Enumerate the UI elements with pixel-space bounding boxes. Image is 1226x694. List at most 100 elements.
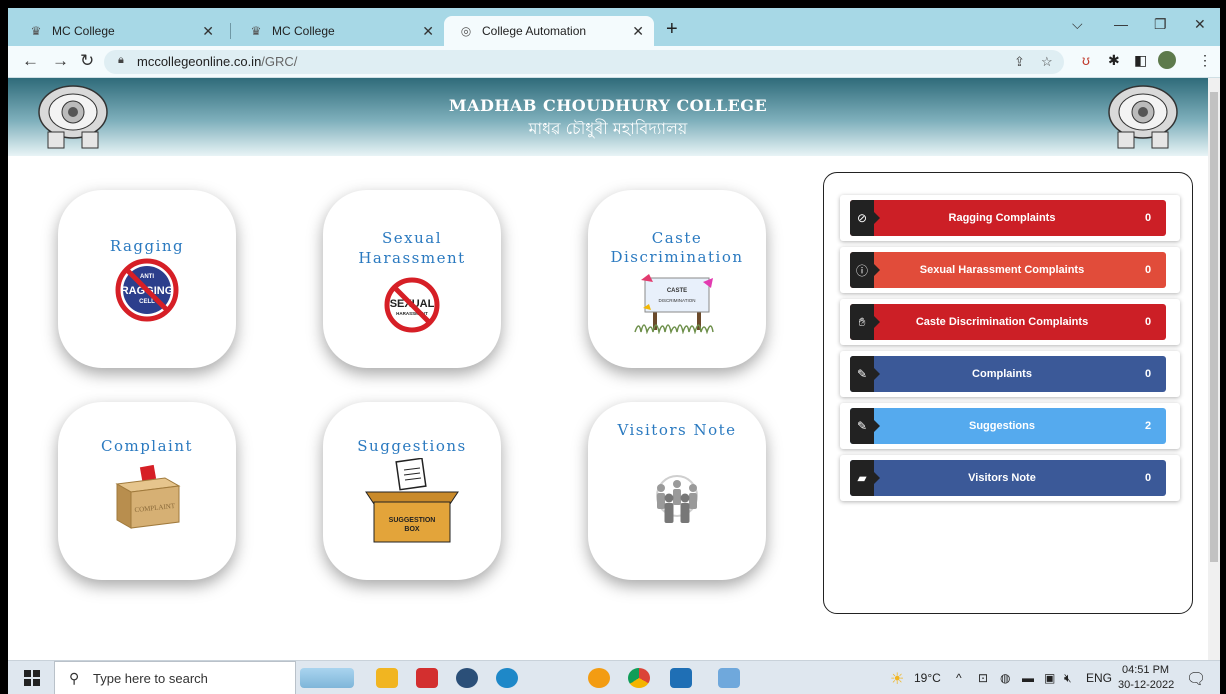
clock-date[interactable]: 30-12-2022 bbox=[1118, 679, 1174, 691]
app-icon[interactable] bbox=[456, 668, 478, 688]
extension-icon[interactable]: ʊ bbox=[1082, 52, 1090, 68]
complaint-box-illustration: COMPLAINT bbox=[58, 462, 236, 534]
tab-title: MC College bbox=[52, 24, 115, 38]
summary-count: 0 bbox=[1144, 472, 1152, 484]
summary-label: Suggestions bbox=[968, 420, 1035, 432]
summary-label: Ragging Complaints bbox=[948, 212, 1056, 224]
clock-time[interactable]: 04:51 PM bbox=[1122, 664, 1169, 676]
summary-row-sexual-harassment[interactable]: ⓘ Sexual Harassment Complaints 0 bbox=[840, 247, 1180, 293]
ragging-card[interactable]: Ragging ANTI RAGGING CELL bbox=[58, 190, 236, 368]
weather-temperature[interactable]: 19°C bbox=[914, 671, 941, 685]
page-scrollbar[interactable] bbox=[1208, 78, 1220, 660]
taskbar-search-box[interactable]: ⚲ Type here to search bbox=[54, 661, 296, 694]
word-document-icon[interactable] bbox=[718, 668, 740, 688]
summary-label: Complaints bbox=[972, 368, 1032, 380]
tray-app-icon[interactable]: ⊡ bbox=[978, 671, 988, 685]
address-bar[interactable]: 🔒︎ mccollegeonline.co.in/GRC/ ⇪ ☆ bbox=[104, 50, 1064, 74]
close-tab-icon[interactable]: ✕ bbox=[202, 23, 214, 40]
network-icon[interactable]: ▣ bbox=[1044, 671, 1055, 685]
globe-icon: ◎ bbox=[460, 24, 472, 38]
complaint-summary-panel: ⊘ Ragging Complaints 0 ⓘ Sexual Harassme… bbox=[823, 172, 1193, 614]
scrollbar-thumb[interactable] bbox=[1210, 92, 1218, 562]
notification-center-icon[interactable]: 🗨︎ bbox=[1186, 669, 1206, 689]
card-label-line1: Caste bbox=[651, 229, 703, 247]
college-header: MADHAB CHOUDHURY COLLEGE মাধৱ চৌধুৰী মহা… bbox=[8, 78, 1208, 156]
suggestions-card[interactable]: Suggestions SUGGESTION BOX bbox=[323, 402, 501, 580]
summary-row-ragging[interactable]: ⊘ Ragging Complaints 0 bbox=[840, 195, 1180, 241]
summary-label: Sexual Harassment Complaints bbox=[919, 264, 1085, 276]
file-explorer-icon[interactable] bbox=[376, 668, 398, 688]
edge-browser-icon[interactable] bbox=[496, 668, 518, 688]
weather-sun-icon[interactable]: ☀ bbox=[890, 669, 904, 689]
complaint-card[interactable]: Complaint COMPLAINT bbox=[58, 402, 236, 580]
caste-sign-illustration: CASTE DISCRIMINATION bbox=[588, 270, 766, 334]
svg-text:CASTE: CASTE bbox=[667, 288, 687, 294]
tab-college-automation[interactable]: ◎ College Automation ✕ bbox=[444, 16, 654, 46]
summary-row-visitors-note[interactable]: ▰ Visitors Note 0 bbox=[840, 455, 1180, 501]
close-tab-icon[interactable]: ✕ bbox=[422, 23, 434, 40]
photos-icon[interactable] bbox=[670, 668, 692, 688]
tab-strip: ♛ MC College ✕ ♛ MC College ✕ ◎ College … bbox=[8, 8, 1220, 46]
forward-button[interactable]: → bbox=[52, 51, 69, 71]
card-label: Complaint bbox=[100, 437, 194, 455]
summary-bar: ⊘ Ragging Complaints 0 bbox=[850, 200, 1166, 236]
close-window-button[interactable]: ✕ bbox=[1194, 16, 1206, 33]
firefox-icon[interactable] bbox=[588, 668, 610, 688]
ban-icon: ⊘ bbox=[850, 200, 880, 236]
summary-row-suggestions[interactable]: ✎ Suggestions 2 bbox=[840, 403, 1180, 449]
restore-button[interactable]: ❐ bbox=[1154, 16, 1167, 33]
tab-title: MC College bbox=[272, 24, 335, 38]
tray-app-icon[interactable]: ◍ bbox=[1000, 671, 1010, 685]
summary-label: Caste Discrimination Complaints bbox=[915, 316, 1089, 328]
sexual-harassment-card[interactable]: Sexual Harassment SEXUAL HARASSMENT bbox=[323, 190, 501, 368]
close-tab-icon[interactable]: ✕ bbox=[632, 23, 644, 40]
menu-kebab-icon[interactable]: ⋮ bbox=[1198, 52, 1212, 69]
tab-mc-college-1[interactable]: ♛ MC College ✕ bbox=[14, 16, 224, 46]
battery-icon[interactable]: ▬ bbox=[1022, 671, 1034, 685]
search-highlight-image[interactable] bbox=[300, 668, 354, 688]
side-panel-icon[interactable]: ◧ bbox=[1134, 52, 1147, 69]
tab-mc-college-2[interactable]: ♛ MC College ✕ bbox=[234, 16, 444, 46]
sexual-harassment-badge: SEXUAL HARASSMENT bbox=[323, 276, 501, 334]
share-icon[interactable]: ⇪ bbox=[1014, 54, 1025, 70]
new-tab-button[interactable]: + bbox=[666, 18, 678, 41]
reload-button[interactable]: ↻ bbox=[80, 51, 94, 71]
profile-avatar[interactable] bbox=[1158, 51, 1176, 69]
summary-bar: ⓘ Sexual Harassment Complaints 0 bbox=[850, 252, 1166, 288]
college-logo-right bbox=[1108, 85, 1178, 149]
college-favicon-icon: ♛ bbox=[30, 24, 42, 38]
volume-muted-icon[interactable]: 🔇︎ bbox=[1064, 671, 1072, 686]
show-hidden-icons-chevron-icon[interactable]: ^ bbox=[956, 671, 962, 685]
college-subtitle: মাধৱ চৌধুৰী মহাবিদ্যালয় bbox=[528, 119, 688, 138]
windows-start-icon[interactable] bbox=[24, 670, 40, 686]
search-icon: ⚲ bbox=[69, 670, 80, 686]
visitors-note-card[interactable]: Visitors Note bbox=[588, 402, 766, 580]
tab-search-chevron-icon[interactable]: ⌵ bbox=[1072, 16, 1083, 33]
acrobat-reader-icon[interactable] bbox=[416, 668, 438, 688]
minimize-button[interactable]: — bbox=[1114, 16, 1128, 32]
summary-row-caste-discrimination[interactable]: ✋︎ Caste Discrimination Complaints 0 bbox=[840, 299, 1180, 345]
card-label-line2: Harassment bbox=[358, 249, 466, 267]
page-content: MADHAB CHOUDHURY COLLEGE মাধৱ চৌধুৰী মহা… bbox=[8, 78, 1208, 660]
language-indicator[interactable]: ENG bbox=[1086, 671, 1112, 685]
note-icon: ▰ bbox=[850, 460, 880, 496]
pencil-icon: ✎ bbox=[850, 356, 880, 392]
browser-window: ♛ MC College ✕ ♛ MC College ✕ ◎ College … bbox=[8, 8, 1220, 694]
tab-title: College Automation bbox=[482, 24, 587, 38]
anti-ragging-badge: ANTI RAGGING CELL bbox=[58, 258, 236, 322]
caste-discrimination-card[interactable]: Caste Discrimination CASTE DISCRIMINATIO… bbox=[588, 190, 766, 368]
summary-label: Visitors Note bbox=[968, 472, 1036, 484]
summary-count: 2 bbox=[1144, 420, 1152, 432]
tab-separator bbox=[230, 23, 231, 39]
summary-count: 0 bbox=[1144, 212, 1152, 224]
browser-toolbar: ← → ↻ 🔒︎ mccollegeonline.co.in/GRC/ ⇪ ☆ … bbox=[8, 46, 1220, 78]
bookmark-star-icon[interactable]: ☆ bbox=[1041, 54, 1053, 70]
svg-text:CELL: CELL bbox=[139, 299, 155, 305]
college-favicon-icon: ♛ bbox=[250, 24, 262, 38]
card-label: Visitors Note bbox=[617, 421, 737, 439]
back-button[interactable]: ← bbox=[22, 51, 39, 71]
chrome-icon[interactable] bbox=[628, 668, 650, 688]
extensions-puzzle-icon[interactable]: ✱ bbox=[1108, 52, 1120, 69]
summary-bar: ✋︎ Caste Discrimination Complaints 0 bbox=[850, 304, 1166, 340]
summary-row-complaints[interactable]: ✎ Complaints 0 bbox=[840, 351, 1180, 397]
